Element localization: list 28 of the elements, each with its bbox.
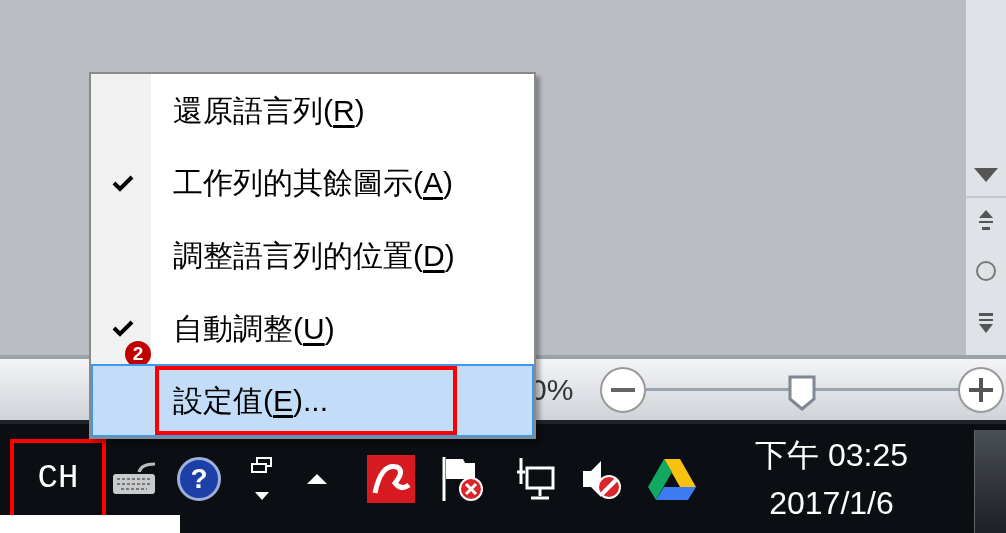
show-desktop-button[interactable] [974, 430, 1006, 533]
menu-item-label: 設定值(E)... [173, 383, 328, 420]
menu-item-label: 還原語言列(R) [173, 92, 365, 129]
next-page-icon[interactable] [978, 313, 994, 333]
keyboard-icon[interactable] [111, 461, 157, 496]
show-hidden-icons-icon[interactable] [307, 473, 327, 484]
flag-error-icon[interactable] [441, 454, 485, 503]
previous-page-icon[interactable] [978, 210, 994, 230]
plus-icon [969, 377, 993, 402]
clock-date: 2017/1/6 [769, 483, 894, 523]
zoom-in-button[interactable] [958, 366, 1004, 413]
windows-icon[interactable] [249, 455, 275, 502]
menu-item[interactable]: 調整語言列的位置(D) [91, 219, 534, 292]
zoom-out-button[interactable] [600, 366, 646, 413]
antivirus-icon[interactable] [367, 454, 415, 503]
menu-item-label: 調整語言列的位置(D) [173, 238, 455, 274]
clock[interactable]: 下午 03:25 2017/1/6 [755, 434, 908, 523]
menu-item-label: 工作列的其餘圖示(A) [173, 165, 453, 202]
menu-item[interactable]: 還原語言列(R) [91, 74, 534, 147]
menu-item-label: 自動調整(U) [173, 310, 335, 347]
slider-thumb[interactable] [788, 374, 816, 411]
menu-item[interactable]: 工作列的其餘圖示(A) [91, 146, 534, 220]
cloud-drive-icon[interactable] [647, 456, 697, 501]
menu-item[interactable]: 設定值(E)... [91, 364, 534, 437]
select-browse-object-icon[interactable] [975, 260, 997, 282]
scroll-down-icon[interactable] [974, 168, 998, 182]
clock-time: 下午 03:25 [755, 435, 908, 475]
help-icon[interactable]: ? [177, 456, 221, 501]
